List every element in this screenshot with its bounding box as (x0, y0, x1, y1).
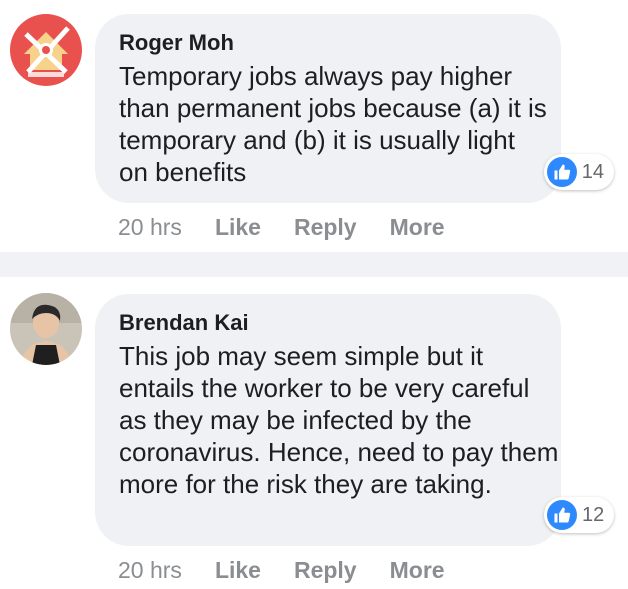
comment-bubble: Brendan Kai This job may seem simple but… (95, 294, 561, 546)
reactions-badge[interactable]: 14 (544, 154, 614, 190)
avatar[interactable] (10, 14, 82, 86)
comment-author[interactable]: Brendan Kai (119, 310, 249, 336)
comment-divider (0, 252, 628, 277)
comment-actions: 20 hrs Like Reply More (118, 214, 478, 241)
like-reaction-icon (547, 500, 577, 530)
comment-bubble: Roger Moh Temporary jobs always pay high… (95, 14, 561, 203)
like-button[interactable]: Like (215, 557, 261, 584)
more-button[interactable]: More (390, 214, 445, 241)
like-button[interactable]: Like (215, 214, 261, 241)
reply-button[interactable]: Reply (294, 557, 357, 584)
more-button[interactable]: More (390, 557, 445, 584)
comment-actions: 20 hrs Like Reply More (118, 557, 478, 584)
avatar[interactable] (10, 293, 82, 365)
reactions-badge[interactable]: 12 (544, 497, 615, 533)
reaction-count: 12 (582, 503, 605, 526)
like-reaction-icon (547, 157, 577, 187)
reaction-count: 14 (581, 160, 604, 183)
comment-text: This job may seem simple but it entails … (119, 341, 559, 499)
comment-text: Temporary jobs always pay higher than pe… (119, 61, 547, 187)
comment-author[interactable]: Roger Moh (119, 30, 234, 56)
comment: Brendan Kai This job may seem simple but… (0, 277, 628, 589)
comment-timestamp[interactable]: 20 hrs (118, 214, 182, 241)
reply-button[interactable]: Reply (294, 214, 357, 241)
comment-timestamp[interactable]: 20 hrs (118, 557, 182, 584)
